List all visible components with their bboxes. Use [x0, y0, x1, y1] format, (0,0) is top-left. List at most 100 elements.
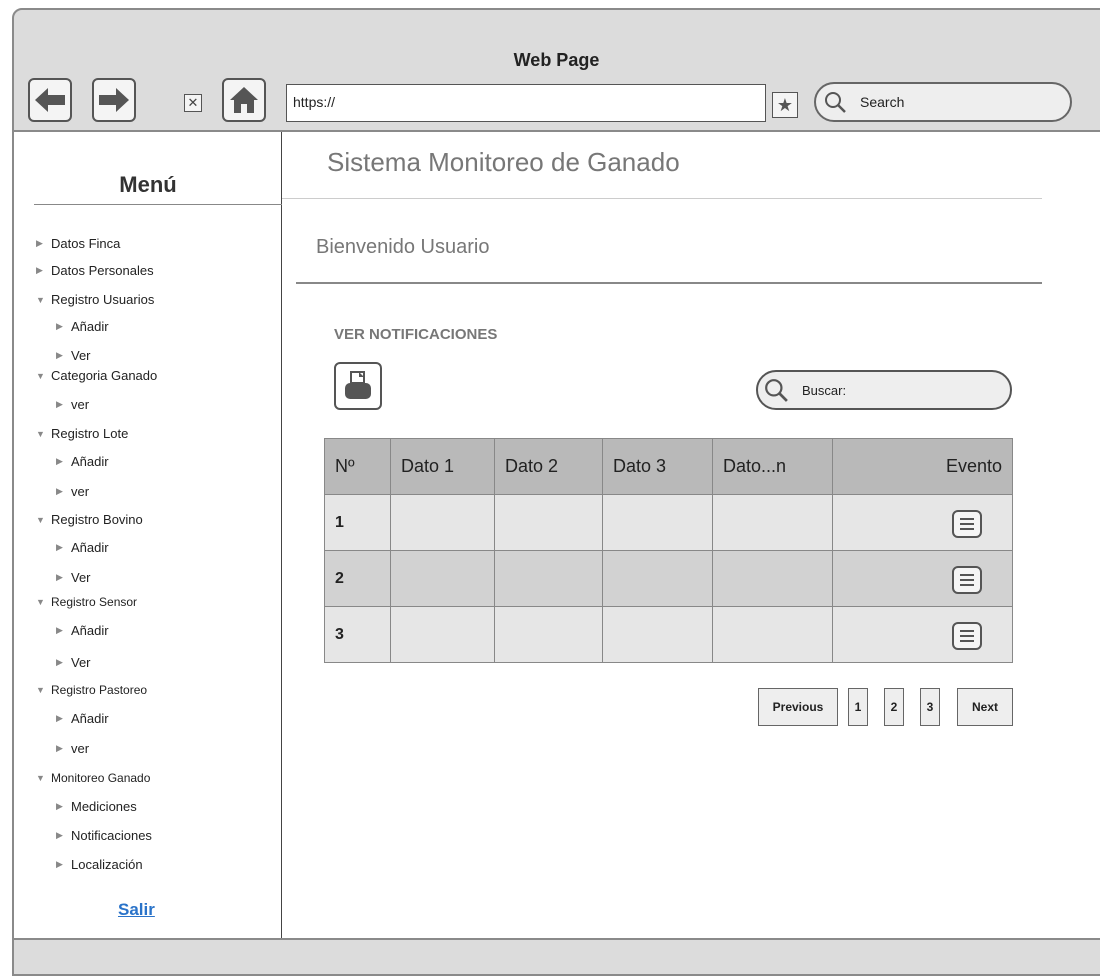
sidebar-item[interactable]: ▶ Mediciones	[56, 799, 137, 814]
welcome-heading: Bienvenido Usuario	[316, 236, 490, 258]
sidebar-item-label: Localización	[71, 857, 143, 872]
table-row: 1	[324, 494, 1013, 551]
table-cell	[712, 494, 833, 551]
table-cell	[602, 550, 713, 607]
pagination-page[interactable]: 3	[920, 688, 940, 726]
forward-button[interactable]	[92, 78, 136, 122]
sidebar-item[interactable]: ▶ Notificaciones	[56, 828, 152, 843]
sidebar-item[interactable]: ▶ Añadir	[56, 540, 109, 555]
sidebar-item[interactable]: ▶ Añadir	[56, 623, 109, 638]
browser-toolbar: Web Page ✕ https:// ★ Search	[12, 8, 1100, 132]
event-cell	[832, 550, 1013, 607]
table-search-input[interactable]: Buscar:	[756, 370, 1012, 410]
column-header[interactable]: Dato...n	[712, 438, 833, 495]
sidebar-item[interactable]: ▶ Datos Personales	[36, 263, 154, 278]
chevron-right-icon: ▶	[56, 830, 63, 840]
section-title: VER NOTIFICACIONES	[334, 326, 498, 343]
chevron-right-icon: ▶	[56, 657, 63, 667]
sidebar-item[interactable]: ▶ ver	[56, 484, 89, 499]
column-header[interactable]: Dato 1	[390, 438, 495, 495]
sidebar-item[interactable]: ▶ ver	[56, 741, 89, 756]
sidebar-item[interactable]: ▶ Ver	[56, 348, 91, 363]
chevron-right-icon: ▶	[56, 801, 63, 811]
table-header-row: Nº Dato 1 Dato 2 Dato 3 Dato...n Evento	[324, 438, 1013, 495]
table-cell: 1	[324, 494, 391, 551]
sidebar-item-label: Añadir	[71, 454, 109, 469]
sidebar-item[interactable]: ▶ Datos Finca	[36, 236, 120, 251]
event-cell	[832, 494, 1013, 551]
chevron-down-icon: ▼	[36, 685, 45, 695]
table-cell: 2	[324, 550, 391, 607]
home-button[interactable]	[222, 78, 266, 122]
sidebar-item-label: Registro Lote	[51, 426, 129, 441]
sidebar-item[interactable]: ▶ Localización	[56, 857, 143, 872]
print-button[interactable]	[334, 362, 382, 410]
sidebar-item[interactable]: ▼ Categoria Ganado	[36, 368, 157, 383]
sidebar-item[interactable]: ▶ Ver	[56, 655, 91, 670]
divider	[296, 282, 1042, 284]
sidebar-item[interactable]: ▼ Registro Usuarios	[36, 292, 154, 307]
search-label: Buscar:	[802, 382, 847, 398]
sidebar-item[interactable]: ▶ Añadir	[56, 454, 109, 469]
stop-button[interactable]: ✕	[184, 94, 202, 112]
chevron-right-icon: ▶	[56, 486, 63, 496]
chevron-right-icon: ▶	[56, 542, 63, 552]
chevron-down-icon: ▼	[36, 597, 45, 607]
column-header[interactable]: Nº	[324, 438, 391, 495]
table-cell	[712, 550, 833, 607]
table-row: 3	[324, 606, 1013, 663]
chevron-right-icon: ▶	[56, 399, 63, 409]
sidebar-item-label: Añadir	[71, 540, 109, 555]
sidebar-item[interactable]: ▶ Añadir	[56, 711, 109, 726]
table-cell	[602, 606, 713, 663]
sidebar-item-label: ver	[71, 484, 90, 499]
sidebar-item[interactable]: ▶ Añadir	[56, 319, 109, 334]
column-header[interactable]: Dato 3	[602, 438, 713, 495]
column-header[interactable]: Dato 2	[494, 438, 603, 495]
sidebar-item[interactable]: ▼ Registro Pastoreo	[36, 683, 147, 697]
page-title: Sistema Monitoreo de Ganado	[327, 147, 680, 177]
search-icon	[765, 379, 788, 402]
chevron-right-icon: ▶	[56, 321, 63, 331]
search-placeholder: Search	[860, 94, 905, 110]
menu-title: Menú	[119, 172, 177, 197]
chevron-right-icon: ▶	[56, 625, 63, 635]
window-title: Web Page	[513, 50, 600, 70]
sidebar-item-label: Categoria Ganado	[51, 368, 158, 383]
logout-link[interactable]: Salir	[118, 900, 155, 920]
chevron-right-icon: ▶	[56, 743, 63, 753]
table-cell	[602, 494, 713, 551]
arrow-right-icon	[99, 88, 129, 112]
sidebar-item[interactable]: ▼ Monitoreo Ganado	[36, 771, 150, 785]
pagination-previous[interactable]: Previous	[758, 688, 838, 726]
sidebar-item[interactable]: ▶ ver	[56, 397, 89, 412]
chevron-right-icon: ▶	[36, 265, 43, 275]
back-button[interactable]	[28, 78, 72, 122]
chevron-right-icon: ▶	[56, 713, 63, 723]
printer-icon	[345, 371, 371, 399]
pagination-page[interactable]: 2	[884, 688, 904, 726]
close-icon: ✕	[187, 95, 199, 110]
event-menu-icon[interactable]	[952, 510, 982, 538]
sidebar-item-label: Añadir	[71, 623, 109, 638]
sidebar-item-label: Ver	[71, 570, 91, 585]
column-header[interactable]: Evento	[832, 438, 1013, 495]
sidebar-item[interactable]: ▶ Ver	[56, 570, 91, 585]
home-icon	[230, 87, 258, 113]
pagination-next[interactable]: Next	[957, 688, 1013, 726]
browser-search-input[interactable]: Search	[814, 82, 1072, 122]
event-menu-icon[interactable]	[952, 566, 982, 594]
sidebar-item[interactable]: ▼ Registro Sensor	[36, 595, 137, 609]
chevron-right-icon: ▶	[56, 572, 63, 582]
sidebar-item[interactable]: ▼ Registro Lote	[36, 426, 128, 441]
status-bar	[12, 938, 1100, 976]
bookmark-button[interactable]: ★	[772, 92, 798, 118]
table-cell	[494, 494, 603, 551]
chevron-right-icon: ▶	[56, 350, 63, 360]
event-menu-icon[interactable]	[952, 622, 982, 650]
sidebar-item[interactable]: ▼ Registro Bovino	[36, 512, 143, 527]
pagination-page[interactable]: 1	[848, 688, 868, 726]
url-input[interactable]: https://	[286, 84, 766, 122]
sidebar-item-label: Registro Sensor	[51, 595, 138, 609]
sidebar-item-label: Añadir	[71, 711, 109, 726]
